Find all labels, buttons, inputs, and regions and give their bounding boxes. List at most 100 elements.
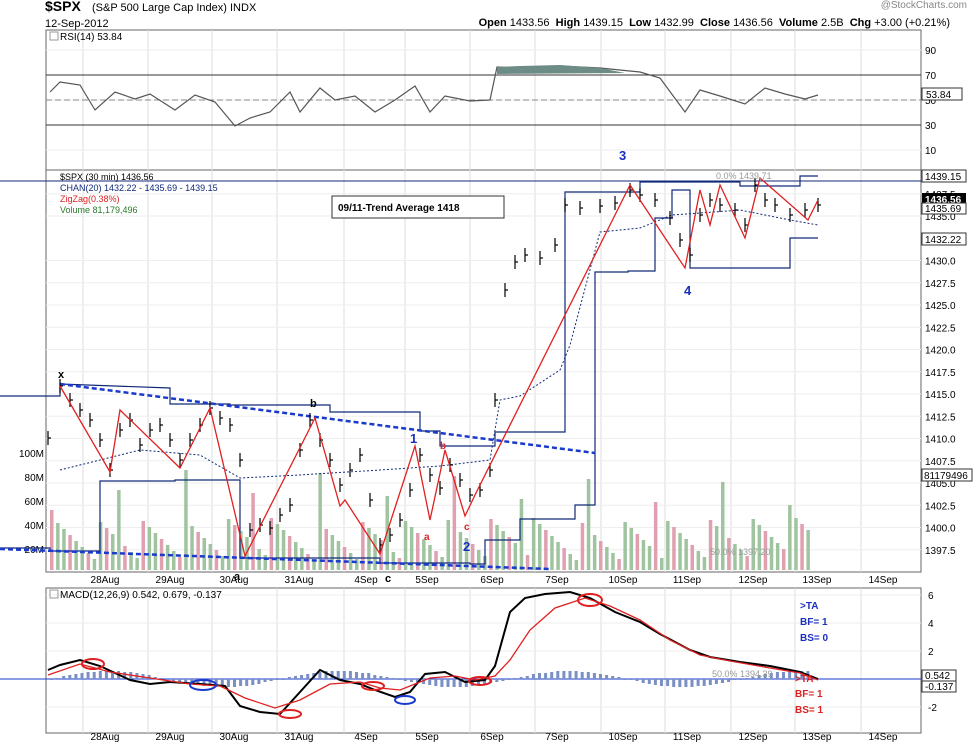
macd-hist-bar [556, 671, 560, 679]
volume-bar [544, 530, 548, 570]
macd-hist-bar [641, 679, 645, 683]
volume-bar [141, 521, 145, 570]
volume-bar [623, 522, 627, 570]
volume-bar [287, 536, 292, 570]
volume-bar [117, 490, 121, 570]
macd-hist-bar [629, 679, 633, 680]
macd-hist-bar [739, 679, 743, 680]
macd-hist-bar [263, 679, 267, 682]
macd-hist-bar [306, 674, 310, 679]
volume-bar [294, 542, 298, 570]
macd-hist-bar [98, 671, 102, 679]
volume-bar [306, 554, 310, 570]
macd-hist-bar [623, 679, 627, 680]
price-tick-label: 1425.0 [925, 301, 956, 312]
x-tick-label-bottom: 11Sep [673, 732, 702, 743]
macd-hist-bar [501, 679, 505, 681]
macd-hist-bar [434, 679, 438, 686]
macd-hist-bar [62, 676, 66, 679]
macd-hist-bar [574, 671, 578, 679]
price-tick-label: 1420.0 [925, 346, 956, 357]
macd-hist-bar [605, 675, 609, 679]
macd-hist-bar [666, 679, 670, 686]
volume-bar [507, 537, 511, 570]
price-tick-label: 1417.5 [925, 368, 956, 379]
x-tick-label: 12Sep [739, 575, 768, 586]
tag-mid-text: 1435.69 [925, 204, 962, 215]
macd-hist-bar [721, 679, 724, 683]
volume-bar [690, 545, 694, 570]
macd-hist-bar [245, 679, 249, 686]
macd-hist-bar [599, 674, 602, 679]
wave-label-x: x [58, 369, 65, 381]
macd-hist-bar [56, 678, 60, 679]
macd-hist-bar [678, 679, 682, 687]
macd-hist-bar [696, 679, 700, 686]
macd-note-blue-1: BF= 1 [800, 617, 828, 628]
volume-bar [165, 545, 170, 570]
macd-hist-bar [397, 679, 401, 680]
macd-hist-bar [580, 672, 584, 679]
macd-hist-bar [507, 679, 511, 680]
macd-hist-bar [86, 672, 90, 679]
volume-bar [501, 531, 505, 570]
tag-rsi-text: 53.84 [926, 90, 951, 101]
volume-tick-label: 60M [25, 497, 44, 508]
volume-bar [531, 518, 536, 570]
volume-bar [562, 548, 566, 570]
macd-hist-bar [690, 679, 694, 687]
price-tick-label: 1400.0 [925, 524, 956, 535]
x-tick-label: 5Sep [415, 575, 439, 586]
macd-hist-bar [647, 679, 651, 684]
macd-hist-bar [782, 672, 785, 679]
volume-bar [452, 476, 457, 570]
x-tick-label-bottom: 6Sep [480, 732, 504, 743]
macd-note-red-0: >TA [795, 674, 813, 685]
macd-tick-label: 4 [928, 619, 934, 630]
fib-bottom-label: 50.0% 1397.20 [710, 547, 771, 557]
macd-hist-bar [446, 679, 450, 687]
volume-bar [135, 558, 139, 570]
volume-bar [702, 557, 707, 570]
volume-bar [434, 551, 438, 570]
volume-bar [147, 527, 152, 570]
volume-bar [324, 529, 328, 570]
x-tick-label: 6Sep [480, 575, 504, 586]
price-legend-1: CHAN(20) 1432.22 - 1435.69 - 1439.15 [60, 183, 218, 193]
wave-label-red-a: a [424, 532, 430, 543]
macd-hist-bar [592, 673, 596, 679]
note-box-text: 09/11-Trend Average 1418 [338, 203, 460, 214]
x-tick-label: 7Sep [545, 575, 569, 586]
wave-label-1: 1 [410, 431, 417, 446]
macd-tick-label: -2 [928, 703, 937, 714]
macd-hist-bar [586, 672, 590, 679]
volume-bar [788, 505, 792, 570]
macd-hist-bar [775, 672, 779, 679]
x-tick-label-bottom: 4Sep [354, 732, 378, 743]
macd-hist-bar [727, 679, 731, 682]
macd-note-red-2: BS= 1 [795, 705, 824, 716]
price-legend-0: $SPX (30 min) 1436.56 [60, 172, 154, 182]
volume-bar [794, 518, 798, 570]
x-tick-label-bottom: 14Sep [869, 732, 898, 743]
wave-label-4: 4 [684, 283, 692, 298]
macd-note-blue-0: >TA [800, 601, 818, 612]
fib-top-label: 0.0% 1439.71 [716, 171, 772, 181]
price-legend-3: Volume 81,179,496 [60, 205, 138, 215]
macd-hist-bar [495, 679, 499, 682]
x-tick-label: 13Sep [803, 575, 832, 586]
price-tick-label: 1415.0 [925, 390, 956, 401]
macd-hist-bar [409, 679, 413, 682]
volume-bar [678, 533, 682, 570]
volume-bar [641, 540, 646, 570]
volume-bar [62, 529, 66, 570]
x-tick-label-bottom: 7Sep [545, 732, 569, 743]
macd-hist-bar [318, 672, 322, 679]
macd-hist-bar [653, 679, 657, 685]
wave-label-red-c: c [464, 522, 470, 533]
macd-hist-bar [379, 676, 383, 679]
price-tick-label: 1427.5 [925, 279, 956, 290]
macd-hist-bar [300, 675, 304, 679]
volume-bar [580, 523, 585, 570]
volume-bar [263, 555, 267, 570]
